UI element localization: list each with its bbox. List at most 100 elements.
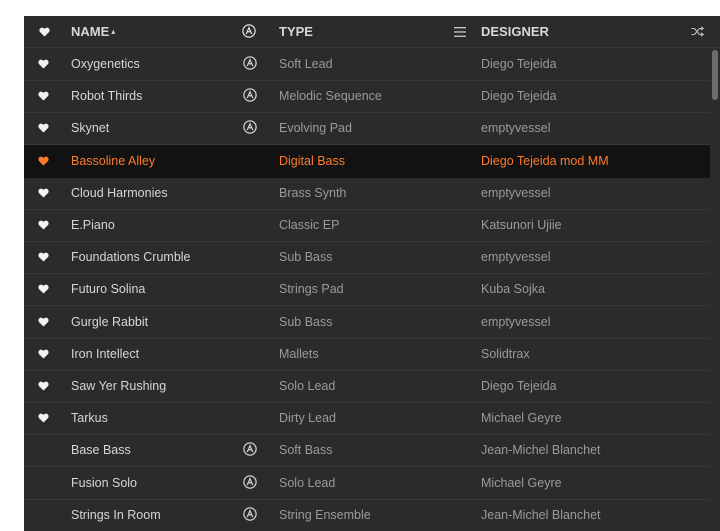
preset-name: Foundations Crumble <box>71 250 191 265</box>
factory-indicator <box>240 241 260 273</box>
factory-indicator <box>240 434 260 466</box>
preset-name: Skynet <box>71 121 110 136</box>
preset-designer: Jean-Michel Blanchet <box>481 507 601 522</box>
factory-column-header[interactable] <box>242 16 256 47</box>
heart-icon <box>38 285 49 294</box>
favorite-toggle[interactable] <box>38 112 54 144</box>
preset-designer: emptyvessel <box>481 121 551 136</box>
favorite-toggle[interactable] <box>38 273 54 305</box>
sort-ascending-icon: ▴ <box>111 27 116 36</box>
table-row[interactable]: Skynet Evolving Pad emptyvessel <box>24 112 710 146</box>
favorite-toggle[interactable] <box>38 80 54 112</box>
scrollbar-thumb[interactable] <box>712 50 718 100</box>
preset-designer: Kuba Sojka <box>481 282 545 297</box>
table-row[interactable]: Robot Thirds Melodic Sequence Diego Tejeid… <box>24 80 710 114</box>
heart-icon <box>38 413 49 423</box>
preset-type: Evolving Pad <box>279 121 352 136</box>
preset-type: Brass Synth <box>279 185 347 200</box>
favorite-toggle[interactable] <box>38 467 54 499</box>
preset-designer: Diego Tejeida <box>481 89 557 104</box>
table-row[interactable]: Base Bass Soft Bass Jean-Michel Blanchet <box>24 434 710 468</box>
factory-indicator <box>240 177 260 209</box>
table-row[interactable]: Oxygenetics Soft Lead Diego Tejeida <box>24 48 710 81</box>
factory-indicator <box>240 145 260 177</box>
preset-name: Iron Intellect <box>71 346 140 361</box>
preset-type: Classic EP <box>279 218 340 232</box>
factory-indicator <box>240 467 260 499</box>
factory-indicator <box>240 80 260 112</box>
heart-icon <box>38 252 49 262</box>
table-row[interactable]: Strings In Room String Ensemble Jean-Miche… <box>24 499 710 531</box>
heart-icon <box>38 59 49 69</box>
factory-indicator <box>240 112 260 144</box>
column-header: NAME ▴ TYPE DESIGNER <box>24 16 720 48</box>
favorite-toggle[interactable] <box>38 402 54 434</box>
preset-designer: Jean-Michel Blanchet <box>481 443 601 458</box>
favorite-toggle[interactable] <box>38 306 54 338</box>
preset-browser: NAME ▴ TYPE DESIGNER Oxygenetics Soft Lead… <box>24 16 720 531</box>
preset-type: Sub Bass <box>279 250 333 265</box>
arturia-icon <box>243 88 257 102</box>
favorite-toggle[interactable] <box>38 370 54 402</box>
preset-designer: emptyvessel <box>481 250 551 265</box>
factory-indicator <box>240 338 260 370</box>
preset-designer: Solidtrax <box>481 346 530 361</box>
factory-indicator <box>240 306 260 338</box>
preset-designer: Michael Geyre <box>481 411 562 426</box>
favorite-toggle[interactable] <box>38 434 54 466</box>
heart-icon <box>38 156 49 166</box>
preset-type: String Ensemble <box>279 507 371 522</box>
favorite-toggle[interactable] <box>38 338 54 370</box>
preset-name: Oxygenetics <box>71 57 140 71</box>
preset-name: Saw Yer Rushing <box>71 379 167 393</box>
scrollbar[interactable] <box>710 48 720 531</box>
preset-type: Solo Lead <box>279 475 336 490</box>
preset-designer: emptyvessel <box>481 185 551 200</box>
table-row[interactable]: Iron Intellect Mallets Solidtrax <box>24 338 710 371</box>
type-column-header[interactable]: TYPE <box>279 16 313 47</box>
preset-type: Dirty Lead <box>279 411 336 426</box>
arturia-icon <box>242 24 256 38</box>
preset-type: Sub Bass <box>279 314 333 329</box>
table-row[interactable]: Tarkus Dirty Lead Michael Geyre <box>24 402 710 436</box>
favorite-toggle[interactable] <box>38 145 54 177</box>
favorite-toggle[interactable] <box>38 177 54 209</box>
table-row[interactable]: Cloud Harmonies Brass Synth emptyvessel <box>24 177 710 210</box>
favorite-toggle[interactable] <box>38 48 54 80</box>
name-column-header[interactable]: NAME ▴ <box>71 16 115 47</box>
arturia-icon <box>243 442 257 457</box>
preset-type: Strings Pad <box>279 282 344 297</box>
factory-indicator <box>240 209 260 241</box>
preset-name: Cloud Harmonies <box>71 185 168 200</box>
filter-list-button[interactable] <box>454 16 466 47</box>
designer-column-header[interactable]: DESIGNER <box>481 16 549 47</box>
shuffle-icon <box>691 26 704 37</box>
factory-indicator <box>240 402 260 434</box>
arturia-icon <box>243 474 257 489</box>
table-row[interactable]: Bassoline Alley Digital Bass Diego Tejeida… <box>24 144 710 178</box>
factory-indicator <box>240 370 260 402</box>
factory-indicator <box>240 273 260 305</box>
table-row[interactable]: Gurgle Rabbit Sub Bass emptyvessel <box>24 306 710 339</box>
table-row[interactable]: E.Piano Classic EP Katsunori Ujiie <box>24 209 710 242</box>
preset-name: Tarkus <box>71 411 108 426</box>
heart-icon <box>38 188 49 198</box>
preset-type: Solo Lead <box>279 379 336 393</box>
favorite-toggle[interactable] <box>38 209 54 241</box>
preset-designer: emptyvessel <box>481 314 551 329</box>
favorite-column-header[interactable] <box>39 16 50 47</box>
table-row[interactable]: Foundations Crumble Sub Bass emptyvessel <box>24 241 710 275</box>
table-row[interactable]: Futuro Solina Strings Pad Kuba Sojka <box>24 273 710 307</box>
favorite-toggle[interactable] <box>38 241 54 273</box>
preset-designer: Diego Tejeida <box>481 379 557 393</box>
table-row[interactable]: Fusion Solo Solo Lead Michael Geyre <box>24 467 710 500</box>
shuffle-button[interactable] <box>691 16 704 47</box>
preset-type: Mallets <box>279 346 319 361</box>
heart-icon <box>38 91 49 101</box>
table-row[interactable]: Saw Yer Rushing Solo Lead Diego Tejeida <box>24 370 710 403</box>
heart-icon <box>38 349 49 359</box>
preset-name: Futuro Solina <box>71 282 146 297</box>
arturia-icon <box>243 120 257 135</box>
preset-designer: Katsunori Ujiie <box>481 218 562 232</box>
favorite-toggle[interactable] <box>38 499 54 531</box>
